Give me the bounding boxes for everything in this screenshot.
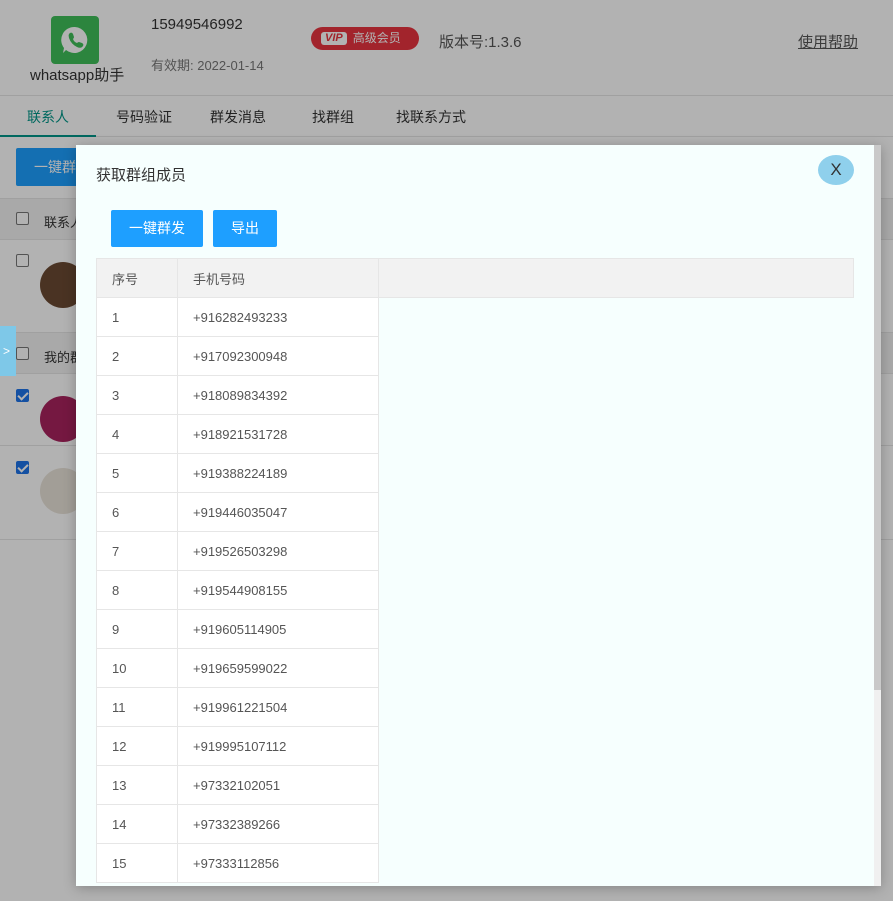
- row-empty-cell: [378, 570, 854, 610]
- export-button[interactable]: 导出: [213, 210, 277, 247]
- row-index: 9: [96, 609, 178, 649]
- row-empty-cell: [378, 765, 854, 805]
- row-index: 15: [96, 843, 178, 883]
- row-empty-cell: [378, 336, 854, 376]
- table-row: 8 +919544908155: [96, 570, 854, 610]
- column-header-index: 序号: [96, 258, 178, 298]
- row-empty-cell: [378, 414, 854, 454]
- table-row: 2 +917092300948: [96, 336, 854, 376]
- row-index: 2: [96, 336, 178, 376]
- row-index: 10: [96, 648, 178, 688]
- table-row: 14 +97332389266: [96, 804, 854, 844]
- row-phone: +919526503298: [177, 531, 379, 571]
- column-header-empty: [378, 258, 854, 298]
- row-empty-cell: [378, 648, 854, 688]
- table-row: 15 +97333112856: [96, 843, 854, 883]
- table-header: 序号 手机号码: [96, 258, 854, 298]
- row-index: 11: [96, 687, 178, 727]
- row-phone: +919544908155: [177, 570, 379, 610]
- members-table: 序号 手机号码 1 +916282493233 2 +917092300948 3 +91…: [96, 258, 854, 883]
- sidebar-toggle[interactable]: >: [0, 326, 16, 376]
- row-phone: +97333112856: [177, 843, 379, 883]
- table-row: 13 +97332102051: [96, 765, 854, 805]
- table-row: 1 +916282493233: [96, 297, 854, 337]
- table-row: 5 +919388224189: [96, 453, 854, 493]
- row-empty-cell: [378, 804, 854, 844]
- row-index: 4: [96, 414, 178, 454]
- table-row: 10 +919659599022: [96, 648, 854, 688]
- dialog-title: 获取群组成员: [96, 167, 187, 184]
- row-index: 12: [96, 726, 178, 766]
- row-empty-cell: [378, 453, 854, 493]
- table-row: 9 +919605114905: [96, 609, 854, 649]
- row-index: 14: [96, 804, 178, 844]
- row-empty-cell: [378, 609, 854, 649]
- row-phone: +918921531728: [177, 414, 379, 454]
- row-phone: +916282493233: [177, 297, 379, 337]
- row-phone: +919659599022: [177, 648, 379, 688]
- row-phone: +919388224189: [177, 453, 379, 493]
- bulk-send-button[interactable]: 一键群发: [111, 210, 203, 247]
- row-index: 6: [96, 492, 178, 532]
- row-phone: +97332102051: [177, 765, 379, 805]
- row-phone: +97332389266: [177, 804, 379, 844]
- row-empty-cell: [378, 531, 854, 571]
- close-button[interactable]: X: [818, 155, 854, 185]
- row-index: 3: [96, 375, 178, 415]
- row-phone: +917092300948: [177, 336, 379, 376]
- row-index: 1: [96, 297, 178, 337]
- row-empty-cell: [378, 726, 854, 766]
- row-phone: +919605114905: [177, 609, 379, 649]
- row-empty-cell: [378, 375, 854, 415]
- row-index: 5: [96, 453, 178, 493]
- table-row: 3 +918089834392: [96, 375, 854, 415]
- row-index: 13: [96, 765, 178, 805]
- table-row: 7 +919526503298: [96, 531, 854, 571]
- row-phone: +918089834392: [177, 375, 379, 415]
- table-row: 4 +918921531728: [96, 414, 854, 454]
- row-index: 8: [96, 570, 178, 610]
- row-empty-cell: [378, 297, 854, 337]
- table-row: 6 +919446035047: [96, 492, 854, 532]
- scrollbar-thumb[interactable]: [874, 145, 881, 690]
- row-phone: +919446035047: [177, 492, 379, 532]
- scrollbar[interactable]: [874, 145, 881, 886]
- row-index: 7: [96, 531, 178, 571]
- row-empty-cell: [378, 687, 854, 727]
- table-row: 11 +919961221504: [96, 687, 854, 727]
- row-empty-cell: [378, 492, 854, 532]
- row-phone: +919995107112: [177, 726, 379, 766]
- row-empty-cell: [378, 843, 854, 883]
- group-members-dialog: 获取群组成员 X 一键群发 导出 序号 手机号码 1 +916282493233 2…: [76, 145, 881, 886]
- column-header-phone: 手机号码: [177, 258, 379, 298]
- table-row: 12 +919995107112: [96, 726, 854, 766]
- row-phone: +919961221504: [177, 687, 379, 727]
